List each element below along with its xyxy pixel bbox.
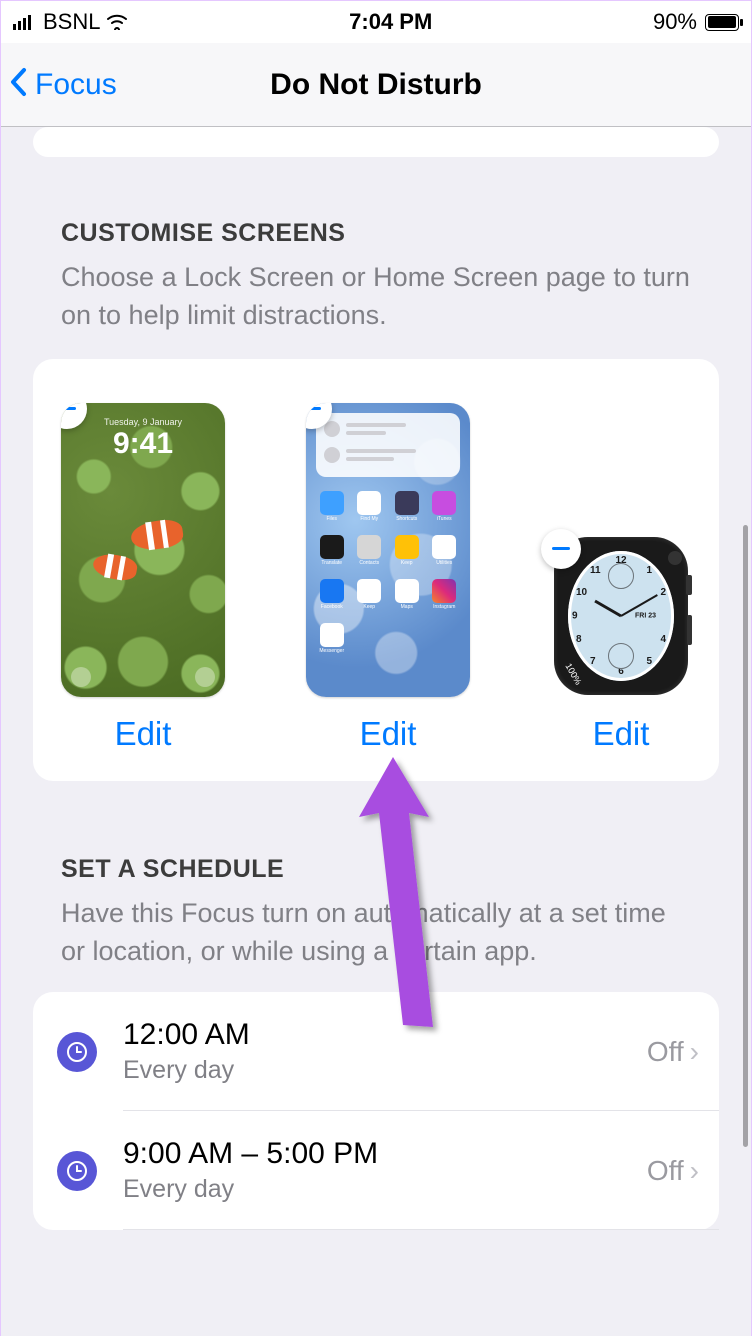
watch-battery: 100% (563, 661, 583, 686)
schedule-row[interactable]: 9:00 AM – 5:00 PM Every day Off › (33, 1111, 719, 1230)
schedule-section-header: SET A SCHEDULE Have this Focus turn on a… (1, 781, 751, 971)
lock-screen-column: Tuesday, 9 January 9:41 Edit (61, 403, 225, 753)
lock-screen-date: Tuesday, 9 January (61, 417, 225, 427)
customise-section-header: CUSTOMISE SCREENS Choose a Lock Screen o… (1, 157, 751, 335)
scrollbar[interactable] (743, 525, 748, 1147)
customise-title: CUSTOMISE SCREENS (61, 219, 691, 248)
schedule-description: Have this Focus turn on automatically at… (61, 894, 691, 971)
schedule-row[interactable]: 12:00 AM Every day Off › (33, 992, 719, 1111)
schedule-time: 12:00 AM (123, 1018, 647, 1052)
schedule-card: 12:00 AM Every day Off › 9:00 AM – 5:00 … (33, 992, 719, 1230)
schedule-repeat: Every day (123, 1056, 647, 1085)
chevron-right-icon: › (690, 1036, 699, 1068)
clock-icon (57, 1032, 97, 1072)
back-button[interactable]: Focus (1, 64, 117, 106)
edit-home-screen-button[interactable]: Edit (360, 715, 417, 753)
battery-icon (701, 14, 739, 31)
customise-description: Choose a Lock Screen or Home Screen page… (61, 258, 691, 335)
schedule-repeat: Every day (123, 1175, 647, 1204)
watch-screen-column: 12 1 2 4 5 6 7 8 9 10 11 FRI 23 (551, 535, 691, 753)
watch-date: FRI 23 (635, 612, 656, 619)
status-time: 7:04 PM (349, 9, 432, 35)
carrier-label: BSNL (43, 9, 100, 35)
edit-watch-button[interactable]: Edit (593, 715, 650, 753)
status-bar: BSNL 7:04 PM 90% (1, 1, 751, 43)
battery-percent: 90% (653, 9, 697, 35)
signal-icon (13, 14, 37, 30)
schedule-state: Off (647, 1036, 684, 1068)
lock-screen-thumbnail[interactable]: Tuesday, 9 January 9:41 (61, 403, 225, 697)
wifi-icon (106, 14, 128, 30)
minus-icon (306, 407, 321, 411)
home-screen-thumbnail[interactable]: Files Find My Shortcuts iTunes Translate… (306, 403, 470, 697)
nav-header: Focus Do Not Disturb (1, 43, 751, 127)
chevron-left-icon (9, 64, 29, 106)
content-area[interactable]: CUSTOMISE SCREENS Choose a Lock Screen o… (1, 127, 751, 1336)
back-label: Focus (35, 68, 117, 102)
schedule-time: 9:00 AM – 5:00 PM (123, 1137, 647, 1171)
minus-icon (61, 407, 76, 411)
schedule-title: SET A SCHEDULE (61, 855, 691, 884)
previous-card-edge (33, 127, 719, 157)
minus-icon (552, 547, 570, 551)
edit-lock-screen-button[interactable]: Edit (115, 715, 172, 753)
clock-icon (57, 1151, 97, 1191)
schedule-state: Off (647, 1155, 684, 1187)
chevron-right-icon: › (690, 1155, 699, 1187)
home-screen-column: Files Find My Shortcuts iTunes Translate… (306, 403, 470, 753)
lock-screen-time: 9:41 (61, 427, 225, 461)
customise-screens-card: Tuesday, 9 January 9:41 Edit Files Find … (33, 359, 719, 781)
remove-watch-button[interactable] (541, 529, 581, 569)
